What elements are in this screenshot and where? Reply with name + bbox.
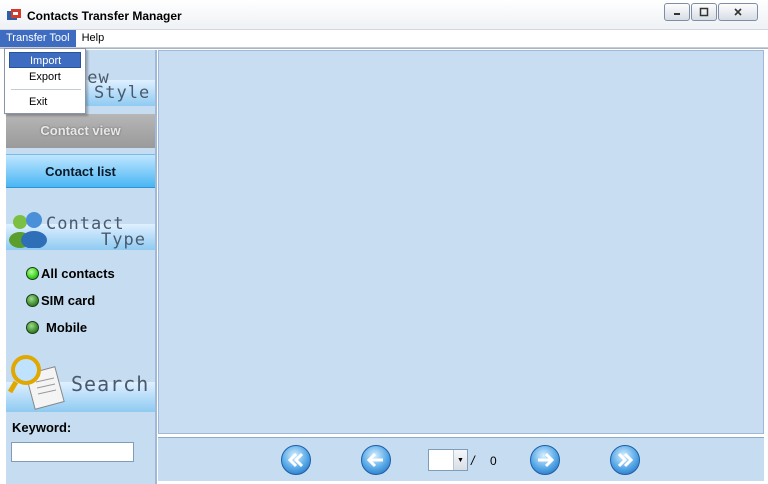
pagination-bar: ▼ / 0: [158, 437, 764, 481]
menu-transfer-tool[interactable]: Transfer Tool: [0, 30, 76, 47]
radio-label: All contacts: [41, 266, 115, 281]
radio-all-contacts[interactable]: All contacts: [6, 260, 155, 287]
window-controls: [663, 3, 758, 21]
tab-contact-list[interactable]: Contact list: [6, 154, 155, 188]
maximize-button[interactable]: [691, 3, 717, 21]
menu-exit[interactable]: Exit: [9, 94, 81, 110]
search-title: Search: [71, 372, 150, 396]
arrow-right-icon: [538, 452, 555, 468]
radio-label: SIM card: [41, 293, 96, 308]
next-page-button[interactable]: [530, 445, 560, 475]
page-separator: /: [471, 453, 475, 468]
search-magnifier-icon: [8, 355, 65, 410]
page-number-select[interactable]: ▼: [428, 449, 468, 471]
radio-on-icon: [26, 267, 39, 280]
double-chevron-left-icon: [287, 452, 304, 468]
first-page-button[interactable]: [281, 445, 311, 475]
view-style-word2: Style: [94, 83, 151, 103]
keyword-label: Keyword:: [12, 420, 72, 435]
double-chevron-right-icon: [617, 452, 634, 468]
close-icon: [734, 8, 742, 16]
radio-mobile[interactable]: Mobile: [6, 314, 155, 341]
menu-help[interactable]: Help: [76, 30, 111, 47]
radio-sim-card[interactable]: SIM card: [6, 287, 155, 314]
contact-list-panel: [158, 50, 764, 434]
app-icon: [7, 9, 21, 20]
minimize-button[interactable]: [664, 3, 690, 21]
title-bar: Contacts Transfer Manager: [0, 0, 768, 30]
tab-contact-view[interactable]: Contact view: [6, 114, 155, 148]
page-total: 0: [490, 454, 497, 468]
maximize-icon: [699, 7, 709, 17]
contact-type-word2: Type: [101, 230, 146, 250]
contacts-people-icon: [9, 212, 47, 248]
radio-label: Mobile: [46, 320, 88, 335]
arrow-left-icon: [366, 452, 383, 468]
close-button[interactable]: [718, 3, 758, 21]
last-page-button[interactable]: [610, 445, 640, 475]
menu-import[interactable]: Import: [9, 52, 81, 68]
window-title: Contacts Transfer Manager: [27, 9, 182, 23]
dropdown-arrow-icon: ▼: [453, 450, 467, 470]
menu-export[interactable]: Export: [9, 69, 81, 85]
radio-off-icon: [26, 294, 39, 307]
contact-type-header: Contact Type: [6, 204, 155, 260]
radio-off-icon: [26, 321, 39, 334]
menu-bar: Transfer Tool Help: [0, 30, 768, 48]
transfer-tool-dropdown: Import Export Exit: [4, 48, 86, 114]
menu-separator: [11, 89, 81, 90]
minimize-icon: [674, 13, 680, 15]
sidebar: iew Style Contact view Contact list Cont…: [6, 50, 157, 484]
search-header: Search: [6, 350, 155, 414]
keyword-input[interactable]: [11, 442, 134, 462]
previous-page-button[interactable]: [361, 445, 391, 475]
